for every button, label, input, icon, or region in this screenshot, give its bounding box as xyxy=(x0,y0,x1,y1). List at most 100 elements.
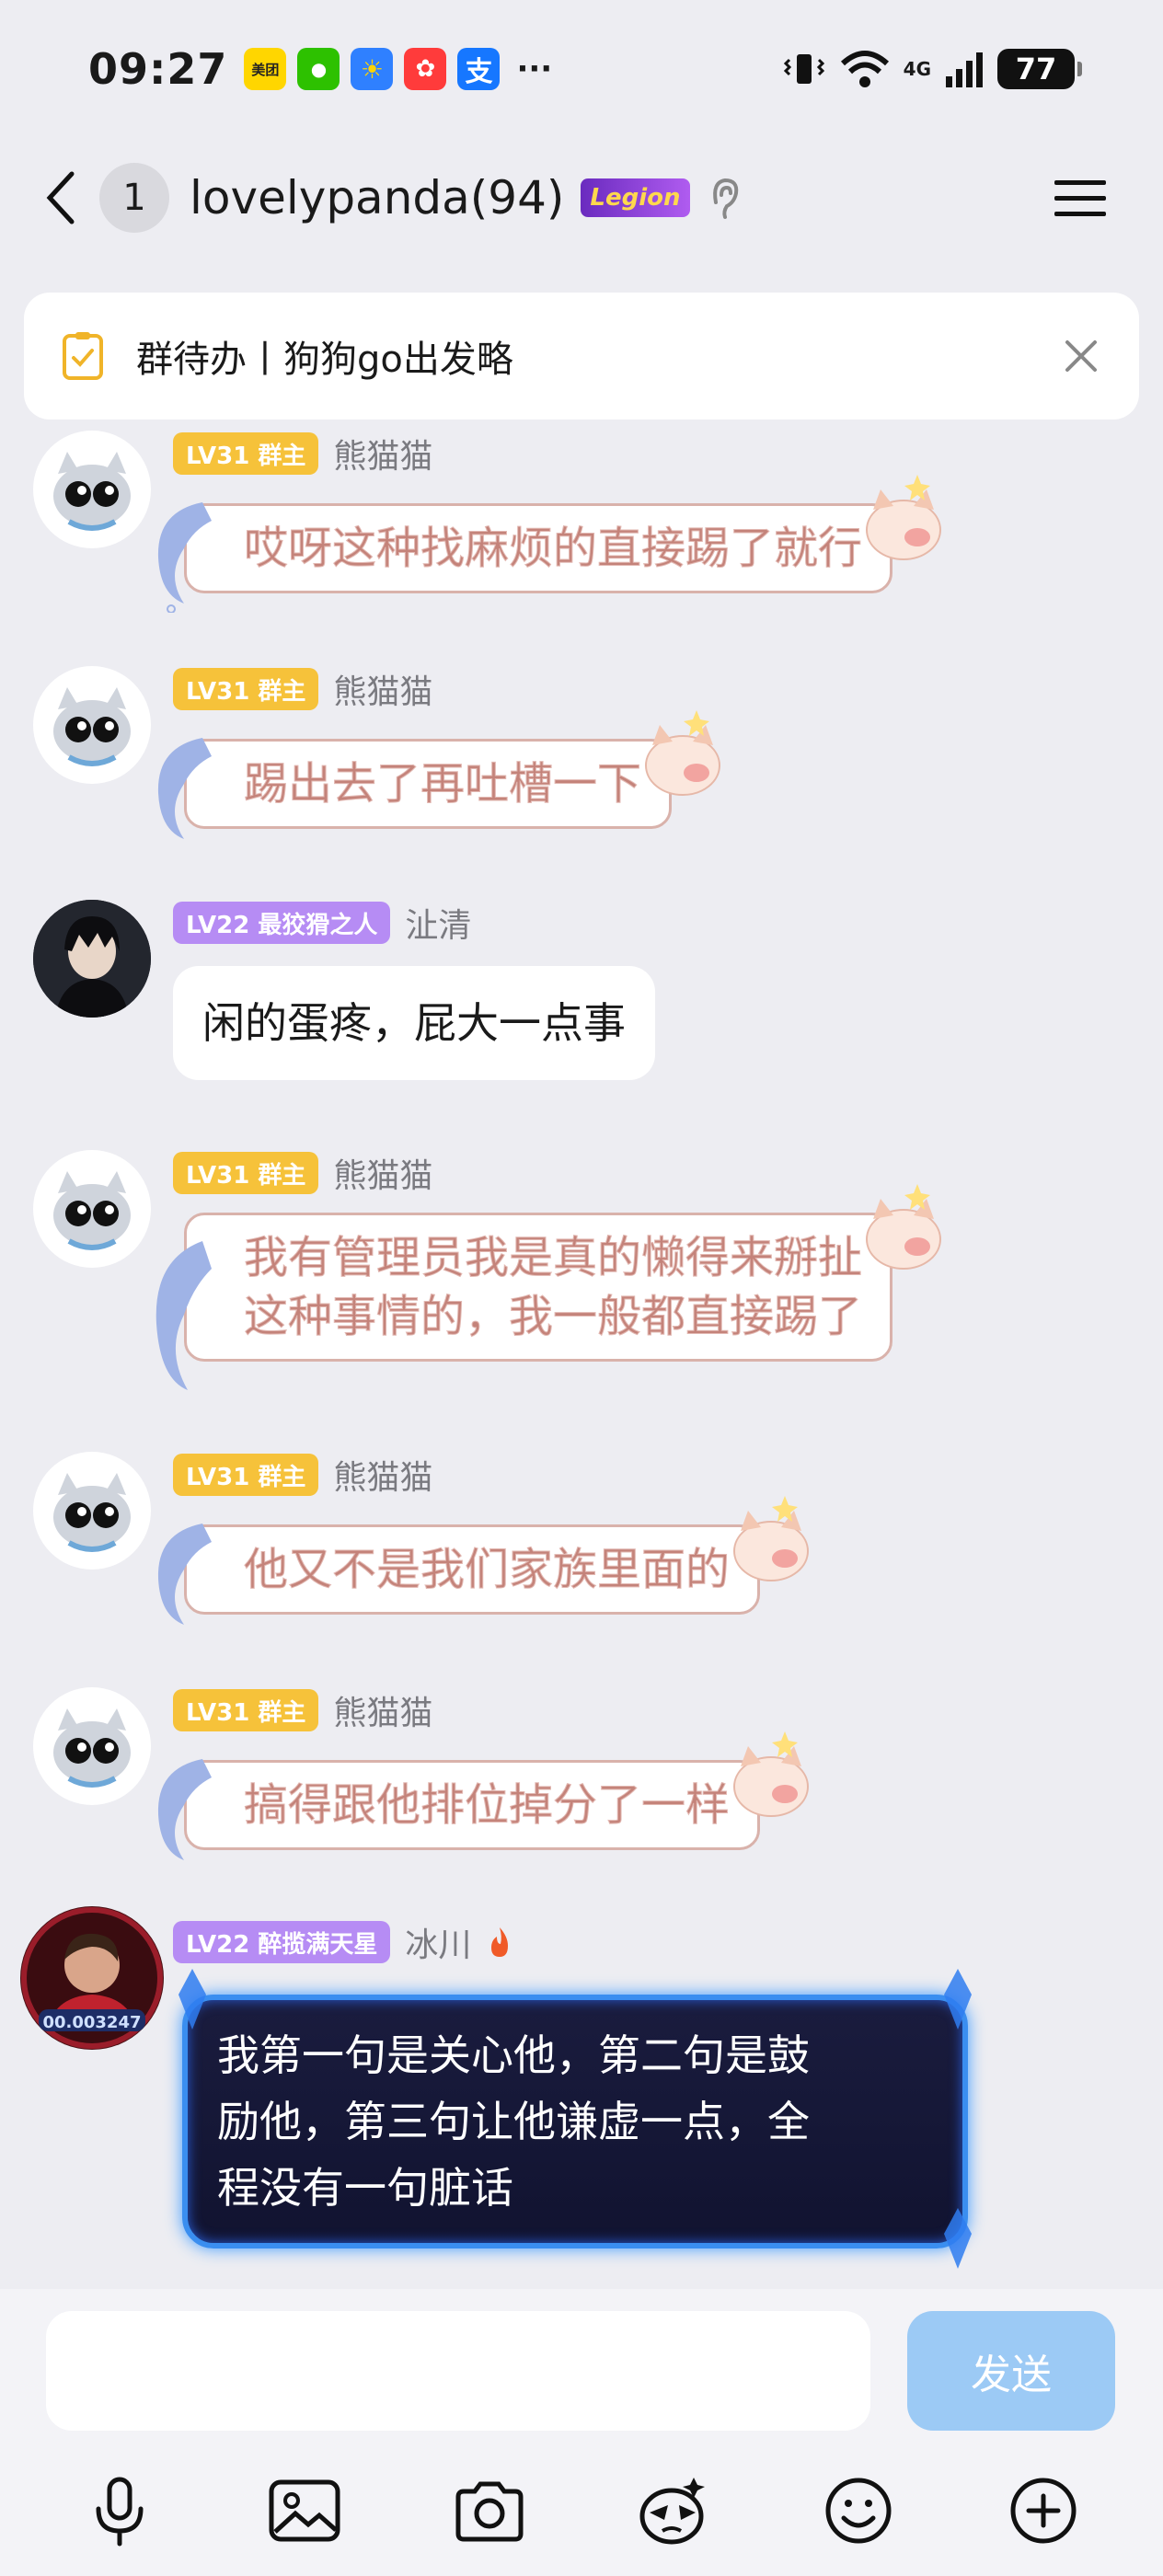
todo-text: 群待办丨狗狗go出发略 xyxy=(136,339,513,381)
plus-icon[interactable] xyxy=(1005,2472,1082,2549)
back-icon[interactable] xyxy=(37,166,83,230)
clock: 09:27 xyxy=(88,44,228,94)
avatar[interactable] xyxy=(33,431,151,548)
cat-avatar-icon xyxy=(53,1473,131,1552)
message-bubble[interactable]: 闲的蛋疼，屁大一点事 xyxy=(173,966,655,1080)
cat-sticker-icon xyxy=(866,1184,942,1270)
sender-name[interactable]: 沚清 xyxy=(405,899,471,947)
message-text-line: 我有管理员我是真的懒得来掰扯 xyxy=(243,1232,863,1284)
cat-sticker-icon xyxy=(733,1496,810,1581)
sticker-face-icon[interactable] xyxy=(635,2472,712,2549)
message-bubble[interactable]: 搞得跟他排位掉分了一样 xyxy=(147,1731,810,1860)
group-todo-banner[interactable]: 群待办丨狗狗go出发略 xyxy=(24,293,1139,420)
avatar[interactable] xyxy=(33,666,151,784)
sender-name[interactable]: 熊猫猫 xyxy=(333,665,432,713)
message-item: LV31 群主 熊猫猫 哎呀这种找麻烦的直接踢了就行 xyxy=(0,431,1163,642)
chat-header: 1 lovelypanda(94) Legion xyxy=(0,147,1163,248)
input-area: 发送 xyxy=(0,2289,1163,2576)
cat-sticker-icon xyxy=(645,710,721,796)
message-item: LV31 群主 熊猫猫 搞得跟他排位掉分了一样 xyxy=(0,1687,1163,1899)
message-text: 踢出去了再吐槽一下 xyxy=(243,758,642,811)
avatar[interactable] xyxy=(33,1452,151,1570)
sender-name[interactable]: 熊猫猫 xyxy=(333,1149,432,1197)
message-item: LV31 群主 熊猫猫 我有管理员我是真的懒得来掰扯 这种事情的，我一般都直接踢… xyxy=(0,1150,1163,1435)
emoji-icon[interactable] xyxy=(820,2472,897,2549)
image-icon[interactable] xyxy=(266,2472,343,2549)
menu-icon[interactable] xyxy=(1053,175,1108,221)
avatar[interactable] xyxy=(33,900,151,1018)
message-bubble[interactable]: 我有管理员我是真的懒得来掰扯 这种事情的，我一般都直接踢了 xyxy=(147,1184,942,1390)
game-icon: ✿ xyxy=(404,48,447,90)
level-badge: LV31 群主 xyxy=(173,1152,319,1194)
message-item: LV22 最狡猾之人 沚清 闲的蛋疼，屁大一点事 xyxy=(0,900,1163,1121)
vibrate-icon xyxy=(783,54,824,84)
signal-icon xyxy=(946,52,983,87)
message-text-line: 励他，第三句让他谦虚一点，全 xyxy=(217,2097,810,2146)
more-notifications-icon: ··· xyxy=(516,51,553,87)
cat-avatar-icon xyxy=(53,452,131,531)
todo-clipboard-icon xyxy=(63,332,103,380)
whale-tail-decoration xyxy=(147,493,221,613)
legion-badge: Legion xyxy=(581,178,690,217)
message-bubble[interactable]: 我第一句是关心他，第二句是鼓 励他，第三句让他谦虚一点，全 程没有一句脏话 xyxy=(178,1969,972,2269)
message-text-line: 这种事情的，我一般都直接踢了 xyxy=(243,1291,863,1343)
message-input[interactable] xyxy=(46,2311,870,2431)
message-text: 他又不是我们家族里面的 xyxy=(243,1544,731,1596)
message-bubble[interactable]: 他又不是我们家族里面的 xyxy=(147,1496,810,1625)
level-badge: LV31 群主 xyxy=(173,668,319,710)
anime-avatar-icon xyxy=(33,900,151,1018)
sender-name[interactable]: 冰川 xyxy=(405,1918,471,1966)
close-icon[interactable] xyxy=(1060,335,1102,377)
cat-avatar-icon xyxy=(53,1708,131,1788)
message-text: 哎呀这种找麻烦的直接踢了就行 xyxy=(243,523,863,575)
message-text-line: 我第一句是关心他，第二句是鼓 xyxy=(217,2030,810,2080)
message-item: 00.003247 LV22 醉揽满天星 冰川 我第一句是关心他，第二句是鼓 励… xyxy=(0,1906,1163,2269)
message-item: LV31 群主 熊猫猫 他又不是我们家族里面的 xyxy=(0,1452,1163,1663)
cat-avatar-icon xyxy=(53,1171,131,1250)
whale-tail-decoration xyxy=(147,1750,221,1860)
microphone-icon[interactable] xyxy=(81,2472,158,2549)
ear-icon[interactable] xyxy=(707,175,743,221)
sender-name[interactable]: 熊猫猫 xyxy=(333,1451,432,1499)
sender-name[interactable]: 熊猫猫 xyxy=(333,1686,432,1734)
avatar-frame-number: 00.003247 xyxy=(42,2013,142,2032)
message-item: LV31 群主 熊猫猫 踢出去了再吐槽一下 xyxy=(0,666,1163,878)
whale-tail-decoration xyxy=(147,1232,221,1390)
weather-icon: ☀ xyxy=(351,48,394,90)
network-type: 4G xyxy=(903,58,931,80)
chat-title[interactable]: lovelypanda(94) xyxy=(190,171,564,224)
cat-sticker-icon xyxy=(866,475,942,560)
wifi-icon xyxy=(840,51,889,87)
message-text: 闲的蛋疼，屁大一点事 xyxy=(202,998,626,1048)
battery-indicator: 77 xyxy=(997,49,1082,89)
camera-icon[interactable] xyxy=(451,2472,528,2549)
input-toolbar xyxy=(0,2460,1163,2561)
whale-tail-decoration xyxy=(147,729,221,839)
message-bubble[interactable]: 踢出去了再吐槽一下 xyxy=(147,710,721,839)
send-button[interactable]: 发送 xyxy=(907,2311,1115,2431)
message-text: 搞得跟他排位掉分了一样 xyxy=(243,1779,731,1832)
level-badge: LV22 醉揽满天星 xyxy=(173,1921,391,1963)
meituan-icon: 美团 xyxy=(244,48,287,90)
level-badge: LV31 群主 xyxy=(173,1689,319,1731)
whale-tail-decoration xyxy=(147,1514,221,1625)
crystal-decoration-icon xyxy=(944,2208,972,2269)
message-text-line: 程没有一句脏话 xyxy=(217,2163,513,2213)
sender-name[interactable]: 熊猫猫 xyxy=(333,430,432,477)
wechat-icon: ● xyxy=(297,48,340,90)
alipay-icon: 支 xyxy=(457,48,501,90)
unread-count-badge[interactable]: 1 xyxy=(99,163,169,233)
status-bar: 09:27 美团 ● ☀ ✿ 支 ··· 4G 77 xyxy=(0,0,1163,138)
crystal-decoration-icon xyxy=(944,1969,972,2030)
avatar[interactable] xyxy=(33,1150,151,1268)
level-badge: LV31 群主 xyxy=(173,1454,319,1496)
avatar[interactable] xyxy=(33,1687,151,1805)
level-badge: LV31 群主 xyxy=(173,432,319,475)
message-bubble[interactable]: 哎呀这种找麻烦的直接踢了就行 xyxy=(147,475,942,613)
level-badge: LV22 最狡猾之人 xyxy=(173,902,391,944)
crystal-decoration-icon xyxy=(178,1969,206,2030)
flame-icon xyxy=(491,1927,509,1957)
cat-avatar-icon xyxy=(53,687,131,766)
notification-icons: 美团 ● ☀ ✿ 支 ··· xyxy=(244,48,552,90)
avatar[interactable]: 00.003247 xyxy=(20,1906,164,2050)
